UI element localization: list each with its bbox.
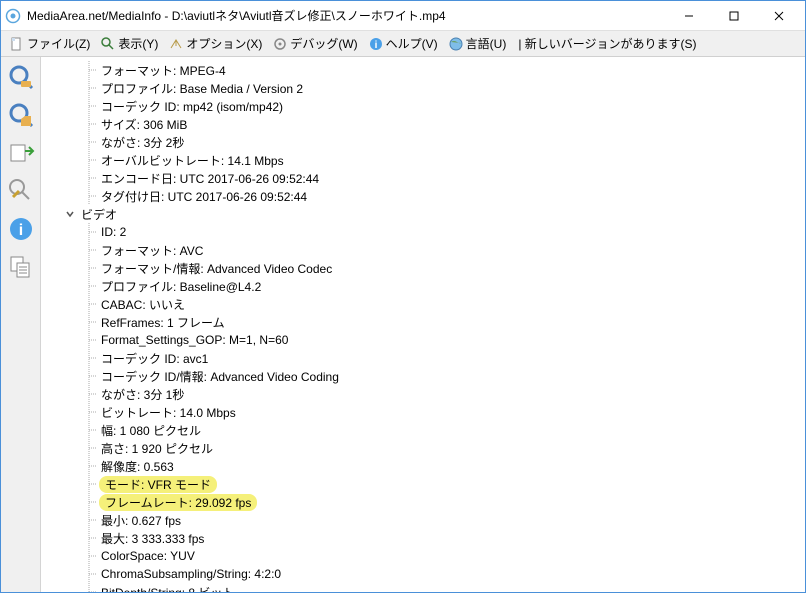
tree-view[interactable]: フォーマット: MPEG-4プロファイル: Base Media / Versi… [41,57,805,592]
tree-item-label: Format_Settings_GOP: M=1, N=60 [99,333,290,347]
tree-item-label: CABAC: いいえ [99,296,187,313]
tree-item: フレームレート: 29.092 fps [41,493,805,511]
window-title: MediaArea.net/MediaInfo - D:\aviutlネタ\Av… [27,7,666,24]
menu-view[interactable]: 表示(Y) [96,33,162,54]
tree-item: RefFrames: 1 フレーム [41,313,805,331]
tree-item-label: ID: 2 [99,225,128,239]
tree-item-label: フォーマット/情報: Advanced Video Codec [99,260,334,277]
options-button[interactable] [5,175,37,207]
tree-item-label: タグ付け日: UTC 2017-06-26 09:52:44 [99,188,309,205]
tree-item: 高さ: 1 920 ピクセル [41,439,805,457]
menu-debug[interactable]: デバッグ(W) [268,33,361,54]
tree-item: コーデック ID: mp42 (isom/mp42) [41,97,805,115]
tree-item-label: 最小: 0.627 fps [99,512,183,529]
tree-item: フォーマット/情報: Advanced Video Codec [41,259,805,277]
tree-item-label: コーデック ID/情報: Advanced Video Coding [99,368,341,385]
tree-item-label: エンコード日: UTC 2017-06-26 09:52:44 [99,170,321,187]
options-icon [168,36,184,52]
export-button[interactable] [5,137,37,169]
sidebar: i [1,57,41,592]
svg-text:i: i [18,222,22,239]
tree-item-label: ChromaSubsampling/String: 4:2:0 [99,567,283,581]
tree-item-label: モード: VFR モード [99,476,217,493]
menu-language[interactable]: 言語(U) [444,33,511,54]
tree-item: BitDepth/String: 8 ビット [41,583,805,592]
svg-text:i: i [374,40,377,51]
maximize-button[interactable] [711,2,756,30]
menu-file[interactable]: ファイル(Z) [5,33,94,54]
tree-item: プロファイル: Baseline@L4.2 [41,277,805,295]
tree-item: オーバルビットレート: 14.1 Mbps [41,151,805,169]
tree-item: ColorSpace: YUV [41,547,805,565]
tree-item: エンコード日: UTC 2017-06-26 09:52:44 [41,169,805,187]
tree-item-label: ながさ: 3分 1秒 [99,386,186,403]
tree-item-label: 高さ: 1 920 ピクセル [99,440,215,457]
tree-item: プロファイル: Base Media / Version 2 [41,79,805,97]
tree-section-header[interactable]: ビデオ [41,205,805,223]
tree-item: フォーマット: AVC [41,241,805,259]
tree-item: 最小: 0.627 fps [41,511,805,529]
chevron-down-icon[interactable] [63,207,77,221]
tree-item: ChromaSubsampling/String: 4:2:0 [41,565,805,583]
tree-item-label: コーデック ID: mp42 (isom/mp42) [99,98,285,115]
menu-help[interactable]: i ヘルプ(V) [364,33,442,54]
tree-item: コーデック ID: avc1 [41,349,805,367]
globe-icon [448,36,464,52]
main: i フォーマット: MPEG-4プロファイル: Base Media / Ver… [1,57,805,592]
tree-item-label: 最大: 3 333.333 fps [99,530,206,547]
minimize-button[interactable] [666,2,711,30]
tree-item: 幅: 1 080 ピクセル [41,421,805,439]
tree-item: フォーマット: MPEG-4 [41,61,805,79]
tree-item: 解像度: 0.563 [41,457,805,475]
about-button[interactable]: i [5,213,37,245]
tree-item: モード: VFR モード [41,475,805,493]
file-icon [9,36,25,52]
tree-item-label: 解像度: 0.563 [99,458,176,475]
window-controls [666,2,801,30]
tree-item: サイズ: 306 MiB [41,115,805,133]
tree-item-label: コーデック ID: avc1 [99,350,210,367]
tree-item-label: ビデオ [79,206,119,223]
tree-item-label: RefFrames: 1 フレーム [99,314,227,331]
tree-item: ビットレート: 14.0 Mbps [41,403,805,421]
close-button[interactable] [756,2,801,30]
tree-item-label: ColorSpace: YUV [99,549,197,563]
tree-item: コーデック ID/情報: Advanced Video Coding [41,367,805,385]
tree-item: CABAC: いいえ [41,295,805,313]
tree-item: 最大: 3 333.333 fps [41,529,805,547]
tree-item: タグ付け日: UTC 2017-06-26 09:52:44 [41,187,805,205]
tree-item-label: 幅: 1 080 ピクセル [99,422,203,439]
update-link[interactable]: | 新しいバージョンがあります(S) [518,35,696,52]
tree-item-label: オーバルビットレート: 14.1 Mbps [99,152,286,169]
tree-item-label: フレームレート: 29.092 fps [99,494,257,511]
view-icon [100,36,116,52]
tree-item: ながさ: 3分 1秒 [41,385,805,403]
tree-item: ID: 2 [41,223,805,241]
open-folder-button[interactable] [5,99,37,131]
open-file-button[interactable] [5,61,37,93]
tree-item-label: プロファイル: Base Media / Version 2 [99,80,305,97]
tree-item-label: BitDepth/String: 8 ビット [99,584,236,593]
menubar: ファイル(Z) 表示(Y) オプション(X) デバッグ(W) i ヘルプ(V) … [1,31,805,57]
debug-icon [272,36,288,52]
window: MediaArea.net/MediaInfo - D:\aviutlネタ\Av… [0,0,806,593]
app-icon [5,8,21,24]
tree-item: Format_Settings_GOP: M=1, N=60 [41,331,805,349]
help-icon: i [368,36,384,52]
tree-item-label: サイズ: 306 MiB [99,116,189,133]
export-list-button[interactable] [5,251,37,283]
tree-item-label: ビットレート: 14.0 Mbps [99,404,238,421]
tree-item-label: フォーマット: AVC [99,242,205,259]
tree-item: ながさ: 3分 2秒 [41,133,805,151]
menu-options[interactable]: オプション(X) [164,33,266,54]
tree-item-label: フォーマット: MPEG-4 [99,62,228,79]
titlebar: MediaArea.net/MediaInfo - D:\aviutlネタ\Av… [1,1,805,31]
tree-item-label: ながさ: 3分 2秒 [99,134,186,151]
tree-item-label: プロファイル: Baseline@L4.2 [99,278,263,295]
